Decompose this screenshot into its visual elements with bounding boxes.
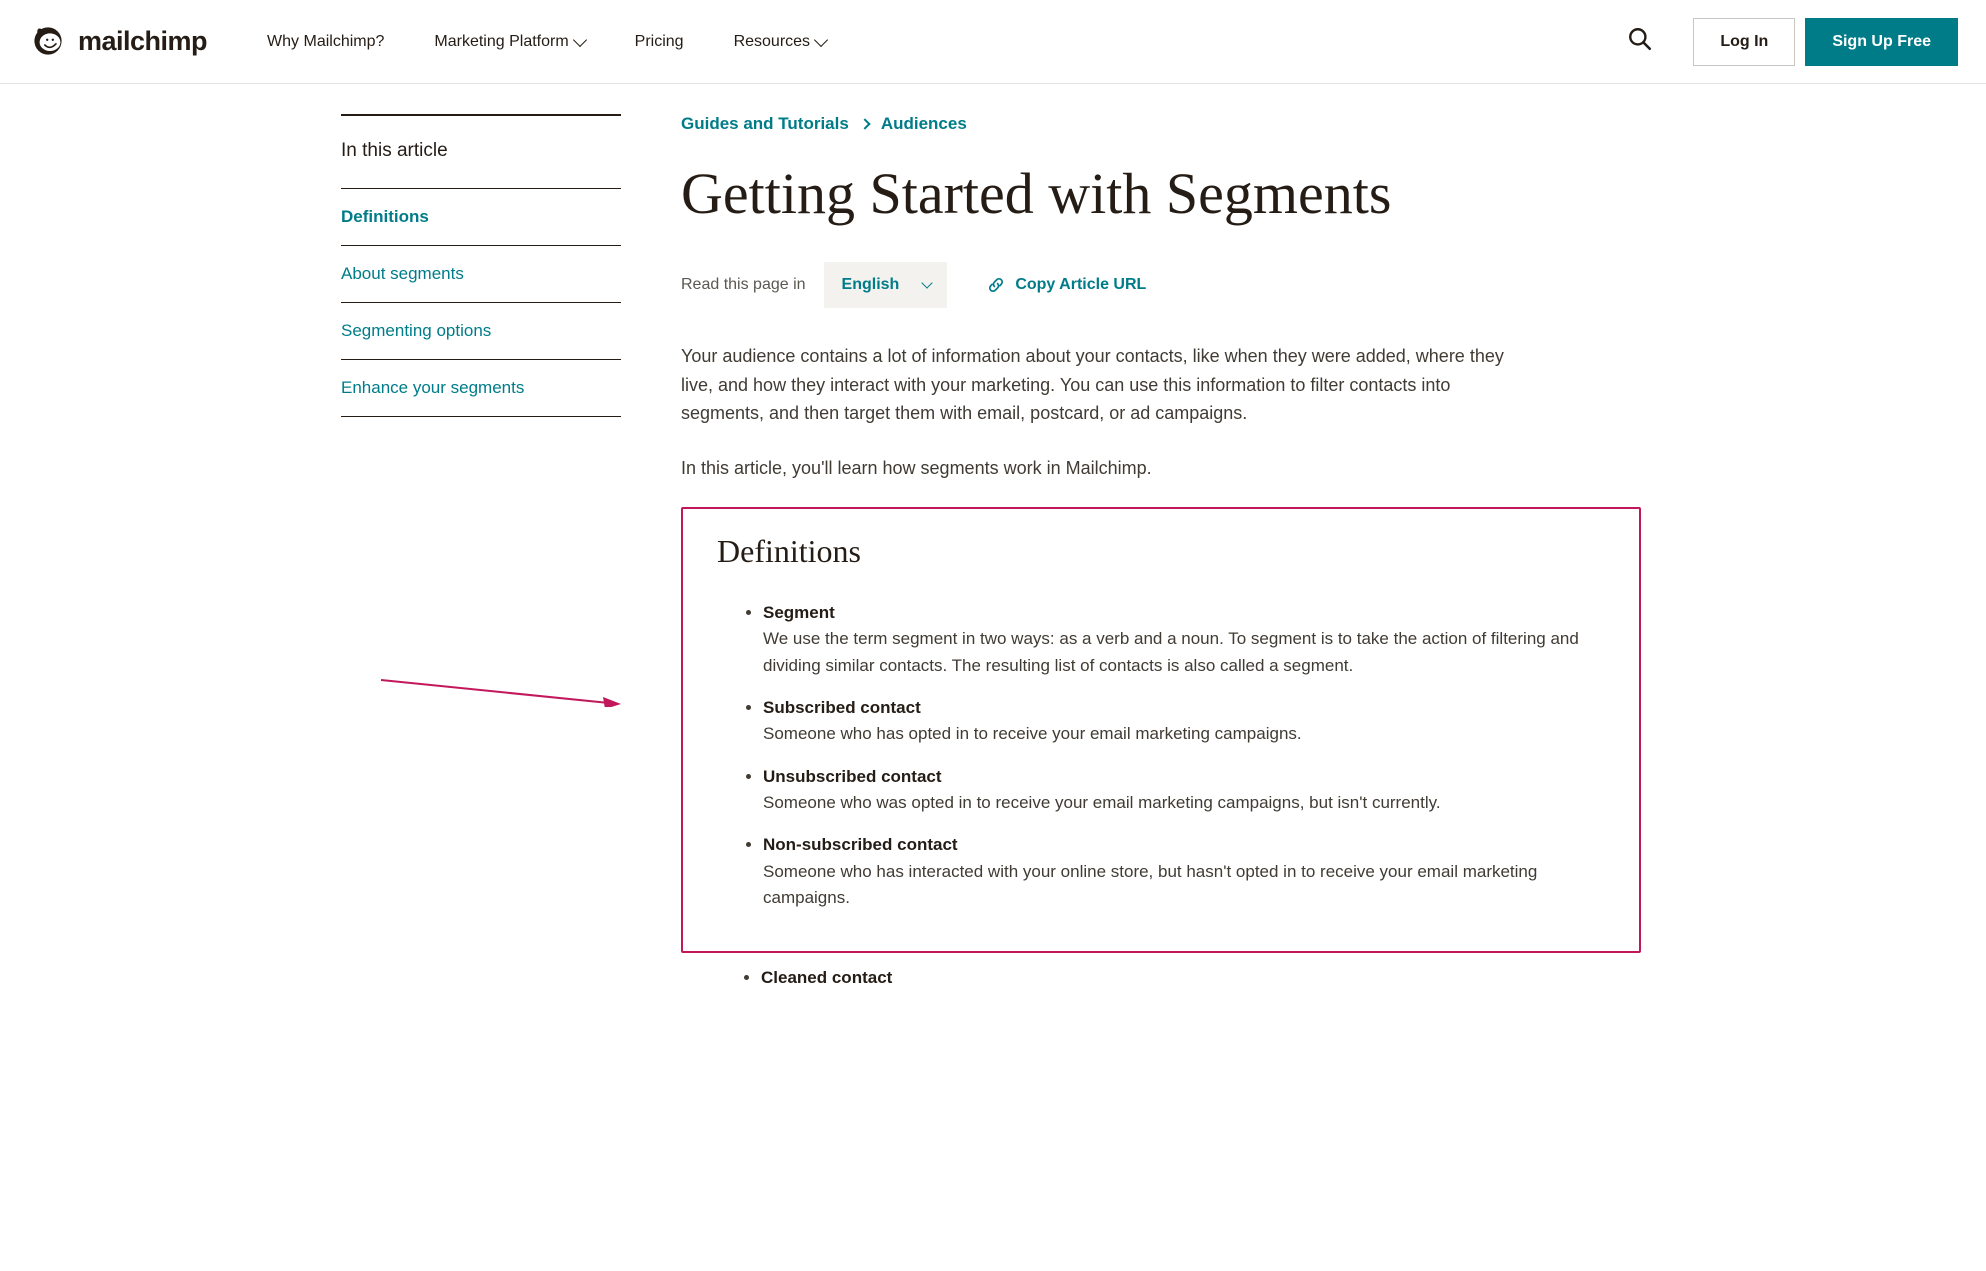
- nav-label: Pricing: [635, 33, 684, 51]
- definition-desc: Someone who has opted in to receive your…: [763, 724, 1302, 743]
- toc-item-about-segments[interactable]: About segments: [341, 246, 621, 303]
- article-meta-row: Read this page in English Copy Article U…: [681, 262, 1645, 308]
- chevron-down-icon: [922, 277, 933, 288]
- nav-marketing-platform[interactable]: Marketing Platform: [434, 33, 584, 51]
- login-button[interactable]: Log In: [1693, 18, 1795, 66]
- article-toc: In this article Definitions About segmen…: [341, 84, 621, 1008]
- definitions-list-continued: Cleaned contact: [681, 965, 1641, 991]
- intro-paragraph-1: Your audience contains a lot of informat…: [681, 342, 1511, 428]
- definitions-list: Segment We use the term segment in two w…: [717, 600, 1609, 911]
- page-body: In this article Definitions About segmen…: [313, 84, 1673, 1008]
- toc-item-segmenting-options[interactable]: Segmenting options: [341, 303, 621, 360]
- site-header: mailchimp Why Mailchimp? Marketing Platf…: [0, 0, 1986, 84]
- definition-item: Subscribed contact Someone who has opted…: [763, 695, 1609, 748]
- definition-desc: We use the term segment in two ways: as …: [763, 629, 1579, 674]
- nav-label: Resources: [734, 33, 810, 51]
- copy-url-label: Copy Article URL: [1015, 276, 1146, 294]
- definition-term: Unsubscribed contact: [763, 764, 1609, 790]
- intro-paragraph-2: In this article, you'll learn how segmen…: [681, 454, 1645, 483]
- breadcrumb: Guides and Tutorials Audiences: [681, 114, 1645, 134]
- search-button[interactable]: [1617, 16, 1663, 67]
- main-nav: Why Mailchimp? Marketing Platform Pricin…: [267, 33, 826, 51]
- definition-item: Unsubscribed contact Someone who was opt…: [763, 764, 1609, 817]
- definition-desc: Someone who was opted in to receive your…: [763, 793, 1441, 812]
- chevron-right-icon: [859, 118, 870, 129]
- link-icon: [987, 276, 1005, 294]
- definitions-heading: Definitions: [717, 533, 1609, 570]
- language-value: English: [842, 276, 900, 293]
- brand-name: mailchimp: [78, 26, 207, 57]
- definition-desc: Someone who has interacted with your onl…: [763, 862, 1537, 907]
- nav-label: Why Mailchimp?: [267, 33, 384, 51]
- nav-pricing[interactable]: Pricing: [635, 33, 684, 51]
- definition-item: Cleaned contact: [761, 965, 1641, 991]
- definitions-highlight-box: Definitions Segment We use the term segm…: [681, 507, 1641, 953]
- definitions-section: Definitions Segment We use the term segm…: [681, 507, 1645, 992]
- article-main: Guides and Tutorials Audiences Getting S…: [621, 84, 1645, 1008]
- breadcrumb-guides[interactable]: Guides and Tutorials: [681, 114, 849, 134]
- toc-title: In this article: [341, 140, 621, 188]
- toc-item-definitions[interactable]: Definitions: [341, 188, 621, 246]
- language-select[interactable]: English: [824, 262, 948, 308]
- brand-logo[interactable]: mailchimp: [28, 19, 207, 64]
- signup-button[interactable]: Sign Up Free: [1805, 18, 1958, 66]
- nav-resources[interactable]: Resources: [734, 33, 826, 51]
- nav-why-mailchimp[interactable]: Why Mailchimp?: [267, 33, 384, 51]
- freddie-icon: [28, 19, 68, 64]
- definition-item: Segment We use the term segment in two w…: [763, 600, 1609, 679]
- chevron-down-icon: [573, 33, 587, 47]
- definition-term: Non-subscribed contact: [763, 832, 1609, 858]
- page-title: Getting Started with Segments: [681, 162, 1645, 226]
- copy-article-url[interactable]: Copy Article URL: [987, 276, 1146, 294]
- breadcrumb-audiences[interactable]: Audiences: [881, 114, 967, 134]
- definition-term: Cleaned contact: [761, 968, 892, 987]
- search-icon: [1627, 26, 1653, 52]
- chevron-down-icon: [814, 33, 828, 47]
- toc-item-enhance-segments[interactable]: Enhance your segments: [341, 360, 621, 417]
- definition-item: Non-subscribed contact Someone who has i…: [763, 832, 1609, 911]
- definition-term: Subscribed contact: [763, 695, 1609, 721]
- definition-term: Segment: [763, 600, 1609, 626]
- read-in-label: Read this page in: [681, 276, 806, 294]
- nav-label: Marketing Platform: [434, 33, 568, 51]
